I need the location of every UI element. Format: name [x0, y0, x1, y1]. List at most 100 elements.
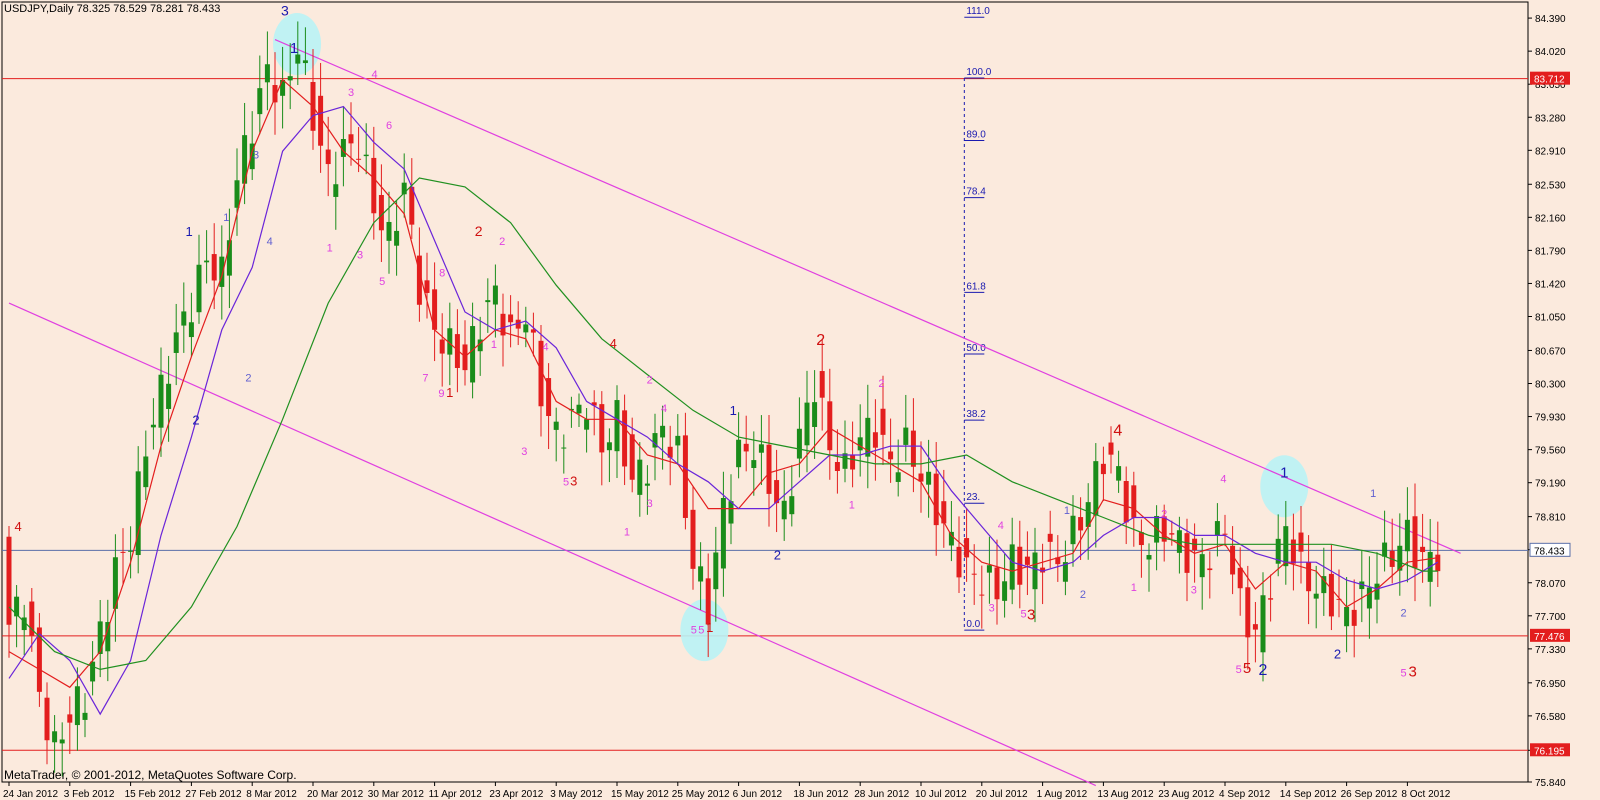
x-tick-label: 30 Mar 2012: [368, 789, 425, 800]
candle-body: [888, 451, 894, 460]
wave-label: 6: [386, 120, 392, 132]
candle-body: [1245, 587, 1251, 638]
wave-label: 1: [327, 242, 333, 254]
y-tick-label: 78.070: [1535, 579, 1566, 590]
wave-label: 1: [730, 403, 737, 418]
candle-body: [492, 285, 498, 305]
candle-body: [1222, 533, 1228, 535]
candle-body: [1313, 593, 1319, 599]
x-tick-label: 3 May 2012: [550, 789, 603, 800]
x-tick-label: 15 Feb 2012: [125, 789, 182, 800]
candle-body: [143, 456, 149, 488]
x-tick-label: 11 Apr 2012: [429, 789, 483, 800]
candle-body: [1237, 567, 1243, 589]
candle-body: [1108, 442, 1114, 455]
fib-level-label: 50.0: [966, 343, 986, 354]
candle-body: [1404, 519, 1410, 552]
x-tick-label: 14 Sep 2012: [1280, 789, 1337, 800]
y-tick-label: 80.670: [1535, 346, 1566, 357]
candle-body: [1009, 544, 1015, 590]
fib-level-label: 100.0: [966, 67, 991, 78]
price-chart[interactable]: 84.39084.02083.65083.28082.91082.53082.1…: [0, 0, 1600, 800]
x-tick-label: 20 Jul 2012: [976, 789, 1028, 800]
candle-body: [196, 264, 202, 313]
candle-body: [1047, 533, 1053, 542]
candle-body: [561, 447, 567, 449]
candle-body: [622, 410, 628, 467]
candle-body: [546, 378, 552, 417]
fib-level-label: 38.2: [966, 409, 986, 420]
candle-body: [1268, 598, 1274, 600]
candle-body: [257, 88, 263, 115]
y-tick-label: 79.560: [1535, 446, 1566, 457]
candle-body: [926, 471, 932, 485]
wave-label: 8: [439, 267, 445, 279]
wave-label: 1: [1064, 505, 1070, 517]
wave-label: 5: [691, 625, 697, 637]
candle-body: [1351, 609, 1357, 626]
candle-body: [135, 471, 141, 556]
candle-body: [188, 322, 194, 338]
candle-body: [751, 460, 757, 469]
candle-body: [986, 565, 992, 573]
wave-label: 2: [816, 332, 825, 349]
wave-label: 1: [223, 212, 229, 224]
wave-label: 4: [267, 236, 273, 248]
last-price-label: 78.433: [1534, 546, 1565, 557]
fib-level-label: 0.0: [966, 619, 980, 630]
x-tick-label: 23 Apr 2012: [489, 789, 543, 800]
candle-body: [1146, 555, 1152, 560]
candle-body: [789, 496, 795, 515]
wave-label: 3: [281, 2, 289, 18]
wave-label: 3: [989, 602, 995, 614]
candle-body: [1078, 517, 1084, 531]
candle-body: [523, 324, 529, 333]
wave-label: 2: [647, 375, 653, 387]
candle-body: [1207, 568, 1213, 571]
candle-body: [979, 594, 985, 596]
candle-body: [1131, 485, 1137, 518]
candle-body: [948, 531, 954, 546]
candle-body: [1230, 545, 1236, 575]
wave-label: 4: [15, 519, 22, 534]
x-tick-label: 20 Mar 2012: [307, 789, 364, 800]
wave-label: 1: [290, 40, 298, 57]
wave-label: 3: [1191, 584, 1197, 596]
candle-body: [1344, 606, 1350, 627]
candle-body: [82, 712, 88, 720]
candle-body: [173, 332, 179, 353]
candle-body: [325, 149, 331, 165]
y-tick-label: 77.700: [1535, 612, 1566, 623]
candle-body: [74, 686, 80, 726]
candle-body: [728, 501, 734, 524]
candle-body: [1260, 595, 1266, 653]
wave-label: 5: [563, 476, 569, 488]
candle-body: [812, 402, 818, 427]
candle-body: [348, 134, 354, 144]
candle-body: [1214, 521, 1220, 536]
trend-channel-line: [8, 302, 1097, 787]
candle-body: [705, 578, 711, 625]
wave-label: 5: [698, 625, 704, 637]
price-level-label: 76.195: [1534, 746, 1565, 757]
candle-body: [204, 260, 210, 263]
wave-label: 3: [1409, 664, 1417, 681]
candle-body: [363, 154, 369, 157]
candle-body: [895, 472, 901, 482]
y-tick-label: 75.840: [1535, 778, 1566, 789]
candle-body: [105, 622, 111, 652]
candle-body: [1169, 533, 1175, 535]
candle-body: [1290, 539, 1296, 564]
wave-label: 1: [624, 526, 630, 538]
candle-body: [1283, 526, 1289, 567]
wave-label: 1: [1370, 488, 1376, 500]
candles: [6, 21, 1441, 777]
x-tick-label: 28 Jun 2012: [854, 789, 909, 800]
wave-label: 3: [570, 473, 577, 488]
candle-body: [1123, 481, 1129, 523]
candle-body: [302, 60, 308, 64]
candle-body: [1100, 463, 1106, 475]
x-tick-label: 6 Jun 2012: [733, 789, 783, 800]
y-tick-label: 77.330: [1535, 645, 1566, 656]
candle-body: [690, 509, 696, 569]
